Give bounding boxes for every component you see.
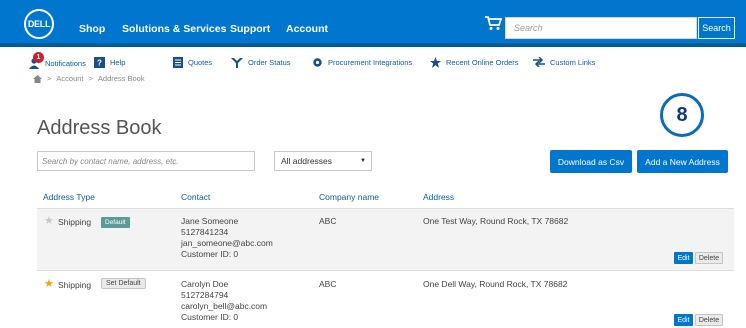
default-badge: Default bbox=[101, 217, 130, 228]
address-text: One Dell Way, Round Rock, TX 78682 bbox=[423, 279, 568, 289]
contact-customer-id: Customer ID: 0 bbox=[181, 249, 239, 259]
help-icon: ? bbox=[94, 57, 105, 68]
address-search-input[interactable]: Search by contact name, address, etc. bbox=[37, 151, 255, 171]
caret-down-icon: ▼ bbox=[360, 158, 366, 164]
contact-email: jan_someone@abc.com bbox=[181, 238, 273, 248]
contact-email: carolyn_bell@abc.com bbox=[181, 301, 268, 311]
shortcut-recent-online-orders[interactable]: Recent Online Orders bbox=[430, 57, 519, 68]
breadcrumb-address-book: Address Book bbox=[97, 74, 145, 83]
notification-count-badge: 1 bbox=[33, 52, 44, 63]
star-outline-icon[interactable]: ★ bbox=[44, 214, 54, 227]
page-title: Address Book bbox=[37, 117, 162, 139]
shortcut-procurement-integrations[interactable]: Procurement Integrations bbox=[312, 57, 412, 68]
company-name: ABC bbox=[319, 216, 337, 226]
nav-solutions-services[interactable]: Solutions & Services bbox=[122, 23, 226, 35]
breadcrumb-account[interactable]: Account bbox=[56, 74, 83, 83]
download-csv-button[interactable]: Download as Csv bbox=[550, 150, 632, 173]
search-input[interactable]: Search bbox=[505, 17, 697, 39]
order-status-icon bbox=[231, 58, 243, 68]
column-header-address[interactable]: Address bbox=[423, 192, 454, 202]
home-icon[interactable] bbox=[33, 74, 42, 83]
shortcut-order-status[interactable]: Order Status bbox=[231, 57, 291, 68]
address-text: One Test Way, Round Rock, TX 78682 bbox=[423, 216, 569, 226]
delete-button[interactable]: Delete bbox=[695, 314, 723, 326]
contact-info: Carolyn Doe 5127284794 carolyn_bell@abc.… bbox=[181, 279, 267, 323]
table-row: ★ Shipping Default Jane Someone 51278412… bbox=[37, 208, 734, 270]
table-row: ★ Shipping Set Default Carolyn Doe 51272… bbox=[37, 270, 734, 328]
contact-phone: 5127841234 bbox=[181, 227, 229, 237]
set-default-button[interactable]: Set Default bbox=[101, 278, 146, 289]
star-icon bbox=[430, 57, 441, 68]
nav-account[interactable]: Account bbox=[286, 23, 328, 35]
contact-name: Jane Someone bbox=[181, 216, 239, 226]
contact-info: Jane Someone 5127841234 jan_someone@abc.… bbox=[181, 216, 273, 260]
star-filled-icon[interactable]: ★ bbox=[44, 277, 54, 290]
shortcut-label: Help bbox=[110, 58, 126, 67]
contact-phone: 5127284794 bbox=[181, 290, 229, 300]
delete-button[interactable]: Delete bbox=[695, 252, 723, 264]
shortcut-custom-links[interactable]: Custom Links bbox=[533, 57, 595, 67]
gear-icon bbox=[313, 58, 322, 67]
address-type: Shipping bbox=[58, 280, 92, 290]
dell-logo[interactable]: DELL bbox=[24, 9, 54, 39]
select-value: All addresses bbox=[281, 156, 333, 166]
column-header-contact[interactable]: Contact bbox=[181, 192, 210, 202]
column-header-company-name[interactable]: Company name bbox=[319, 192, 379, 202]
shortcut-label: Order Status bbox=[248, 58, 291, 67]
chevron-right-icon: > bbox=[88, 74, 93, 83]
column-header-address-type[interactable]: Address Type bbox=[43, 192, 95, 202]
shortcut-label: Recent Online Orders bbox=[446, 58, 519, 67]
shortcut-label: Quotes bbox=[188, 58, 213, 67]
shortcut-label: Notifications bbox=[45, 58, 86, 68]
shortcut-quotes[interactable]: Quotes bbox=[173, 57, 212, 68]
contact-customer-id: Customer ID: 0 bbox=[181, 312, 239, 322]
address-filter-select[interactable]: All addresses ▼ bbox=[274, 151, 372, 171]
top-navigation-bar: DELL Shop Solutions & Services Support A… bbox=[0, 0, 746, 47]
contact-name: Carolyn Doe bbox=[181, 279, 229, 289]
shortcut-label: Custom Links bbox=[550, 57, 596, 67]
step-number-callout: 8 bbox=[660, 93, 704, 137]
shortcut-label: Procurement Integrations bbox=[328, 58, 413, 67]
swap-arrows-icon bbox=[533, 57, 545, 67]
edit-button[interactable]: Edit bbox=[674, 252, 693, 264]
svg-text:?: ? bbox=[97, 59, 102, 68]
edit-button[interactable]: Edit bbox=[674, 314, 693, 326]
company-name: ABC bbox=[319, 279, 337, 289]
add-new-address-button[interactable]: Add a New Address bbox=[637, 150, 728, 173]
shortcut-help[interactable]: ? Help bbox=[94, 57, 125, 68]
cart-icon[interactable] bbox=[484, 15, 502, 31]
nav-support[interactable]: Support bbox=[230, 23, 270, 35]
nav-shop[interactable]: Shop bbox=[79, 23, 105, 35]
search-button[interactable]: Search bbox=[698, 17, 735, 39]
document-icon bbox=[173, 57, 183, 68]
breadcrumb: > Account > Address Book bbox=[33, 74, 145, 83]
chevron-right-icon: > bbox=[47, 74, 52, 83]
address-type: Shipping bbox=[58, 217, 92, 227]
